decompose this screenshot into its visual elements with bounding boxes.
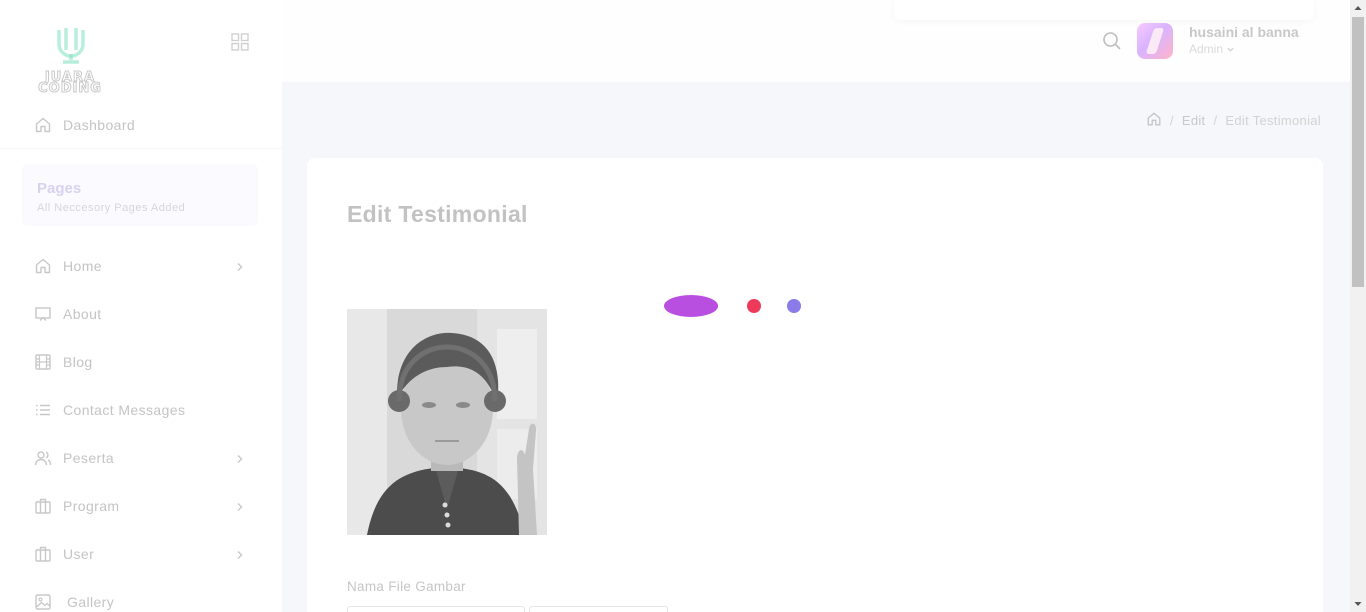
chevron-right-icon <box>234 548 246 566</box>
user-name[interactable]: husaini al banna <box>1189 24 1299 40</box>
sidebar-item-label: Contact Messages <box>63 402 186 418</box>
sidebar-item-label: About <box>63 306 102 322</box>
loader-dot-purple-tail <box>690 298 718 314</box>
header-dropdown-panel <box>894 0 1314 20</box>
sidebar-item-contact-messages[interactable]: Contact Messages <box>34 398 250 422</box>
portrait-image <box>347 309 547 535</box>
chevron-right-icon <box>234 500 246 518</box>
edit-testimonial-card: Edit Testimonial Nama File Gambar <box>307 158 1323 612</box>
sidebar-item-home[interactable]: Home <box>34 254 250 278</box>
briefcase-icon <box>34 545 52 563</box>
breadcrumb-separator: / <box>1169 113 1174 128</box>
page-title: Edit Testimonial <box>347 201 528 227</box>
list-icon <box>34 401 52 419</box>
breadcrumb-home-icon[interactable] <box>1146 111 1162 130</box>
vertical-scrollbar[interactable] <box>1350 0 1366 612</box>
loading-indicator <box>660 292 810 320</box>
user-role: Admin <box>1189 42 1224 56</box>
search-icon <box>1103 32 1121 50</box>
sidebar-item-about[interactable]: About <box>34 302 250 326</box>
sidebar-item-user[interactable]: User <box>34 542 250 566</box>
sidebar-item-label: User <box>63 546 95 562</box>
sidebar-item-label: Program <box>63 498 120 514</box>
chevron-right-icon <box>234 452 246 470</box>
sidebar-item-label: Gallery <box>67 594 115 610</box>
image-icon <box>34 593 52 611</box>
logo-line2: CODING <box>38 81 102 96</box>
sidebar-item-program[interactable]: Program <box>34 494 250 518</box>
loader-dot-blue <box>787 299 801 313</box>
loader-dot-red <box>747 299 761 313</box>
film-icon <box>34 353 52 371</box>
home-icon <box>34 116 52 134</box>
sidebar-divider <box>0 148 282 149</box>
sidebar-item-peserta[interactable]: Peserta <box>34 446 250 470</box>
sidebar-item-label: Dashboard <box>63 117 136 133</box>
file-name-label: Nama File Gambar <box>347 579 466 594</box>
breadcrumb-separator: / <box>1213 113 1218 128</box>
testimonial-photo <box>347 309 547 535</box>
scroll-up-arrow-icon[interactable] <box>1350 0 1366 16</box>
briefcase-icon <box>34 497 52 515</box>
user-role-dropdown[interactable]: Admin <box>1189 42 1235 56</box>
breadcrumb-link-edit[interactable]: Edit <box>1182 113 1206 128</box>
sidebar-toggle-button[interactable] <box>230 32 250 52</box>
pages-section: Pages All Neccesory Pages Added <box>22 164 258 226</box>
pages-section-subtitle: All Neccesory Pages Added <box>37 202 186 214</box>
brand-logo[interactable]: JUARA CODING <box>32 26 112 96</box>
scroll-down-arrow-icon[interactable] <box>1350 596 1366 612</box>
file-browse-button[interactable] <box>529 606 668 612</box>
search-button[interactable] <box>1102 31 1122 51</box>
grid-icon <box>231 33 249 51</box>
breadcrumb-current: Edit Testimonial <box>1225 113 1321 128</box>
pages-section-title: Pages <box>37 180 82 197</box>
chevron-down-icon <box>1227 47 1234 52</box>
chevron-right-icon <box>234 260 246 278</box>
sidebar-item-dashboard[interactable]: Dashboard <box>34 113 250 137</box>
scrollbar-thumb[interactable] <box>1352 17 1364 287</box>
sidebar-item-label: Home <box>63 258 102 274</box>
sidebar-item-label: Peserta <box>63 450 115 466</box>
logo-wordmark: JUARA CODING <box>34 71 106 96</box>
home-icon <box>34 257 52 275</box>
logo-mark-icon <box>57 28 85 64</box>
monitor-icon <box>34 305 52 323</box>
sidebar-item-label: Blog <box>63 354 93 370</box>
users-icon <box>34 449 52 467</box>
breadcrumb: / Edit / Edit Testimonial <box>1146 111 1321 130</box>
avatar[interactable] <box>1137 23 1173 59</box>
top-header: husaini al banna Admin <box>282 0 1350 82</box>
sidebar: JUARA CODING Dashboard Pages All Necceso… <box>0 0 282 612</box>
sidebar-item-gallery[interactable]: Gallery <box>34 590 250 612</box>
sidebar-item-blog[interactable]: Blog <box>34 350 250 374</box>
file-name-input[interactable] <box>347 606 525 612</box>
